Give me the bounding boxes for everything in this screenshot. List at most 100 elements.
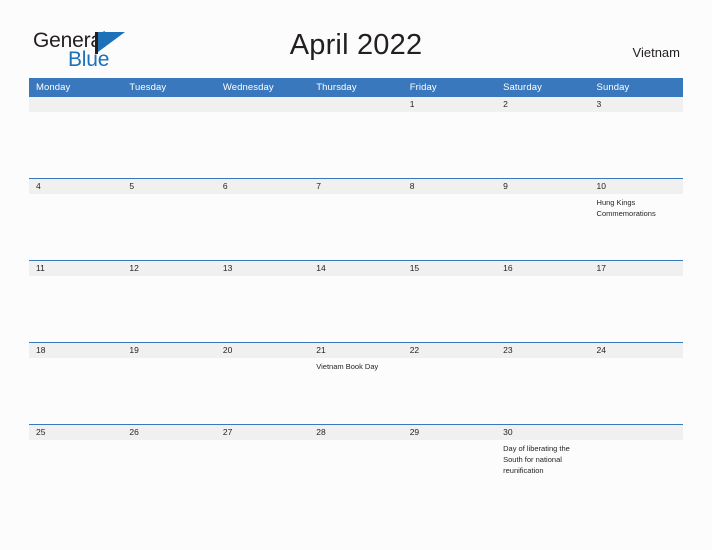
week-event-band	[29, 276, 683, 342]
day-cell[interactable]	[29, 194, 122, 260]
day-cell[interactable]	[29, 440, 122, 506]
day-cell[interactable]	[590, 358, 683, 424]
day-cell[interactable]	[590, 276, 683, 342]
day-number[interactable]: 4	[29, 179, 122, 194]
day-number[interactable]: 18	[29, 343, 122, 358]
weekday-sunday: Sunday	[596, 82, 630, 93]
day-number[interactable]: 28	[309, 425, 402, 440]
day-cell[interactable]	[309, 440, 402, 506]
week-event-band: Hung Kings Commemorations	[29, 194, 683, 260]
day-cell[interactable]	[29, 358, 122, 424]
day-cell[interactable]	[309, 194, 402, 260]
week-row: 25 26 27 28 29 30 Day of liberating the …	[29, 424, 683, 506]
day-cell[interactable]: Hung Kings Commemorations	[590, 194, 683, 260]
day-cell[interactable]	[216, 276, 309, 342]
day-cell[interactable]	[496, 276, 589, 342]
day-cell[interactable]	[216, 194, 309, 260]
day-number[interactable]: 19	[122, 343, 215, 358]
day-cell[interactable]	[122, 194, 215, 260]
day-number[interactable]: 22	[403, 343, 496, 358]
week-event-band	[29, 112, 683, 178]
weekday-thursday: Thursday	[316, 82, 357, 93]
day-cell[interactable]	[122, 440, 215, 506]
day-cell[interactable]	[590, 440, 683, 506]
day-cell[interactable]: Day of liberating the South for national…	[496, 440, 589, 506]
day-number[interactable]: 30	[496, 425, 589, 440]
calendar-page: General Blue April 2022 Vietnam Monday T…	[0, 0, 712, 550]
weekday-tuesday: Tuesday	[129, 82, 167, 93]
day-cell[interactable]	[29, 276, 122, 342]
day-number[interactable]	[590, 425, 683, 440]
day-cell[interactable]	[496, 194, 589, 260]
day-number[interactable]: 21	[309, 343, 402, 358]
day-event-text: Vietnam Book Day	[316, 362, 379, 371]
day-cell[interactable]	[216, 440, 309, 506]
day-cell[interactable]	[403, 440, 496, 506]
day-cell[interactable]	[496, 112, 589, 178]
day-cell[interactable]	[403, 194, 496, 260]
day-cell[interactable]	[403, 276, 496, 342]
week-date-band: 18 19 20 21 22 23 24	[29, 342, 683, 358]
day-cell[interactable]	[122, 276, 215, 342]
day-number[interactable]: 8	[403, 179, 496, 194]
day-cell[interactable]	[403, 112, 496, 178]
week-row: 4 5 6 7 8 9 10 Hung Kings Commemorations	[29, 178, 683, 260]
day-event-text: Hung Kings Commemorations	[596, 198, 656, 218]
day-number[interactable]: 9	[496, 179, 589, 194]
day-number[interactable]: 12	[122, 261, 215, 276]
day-cell[interactable]: Vietnam Book Day	[309, 358, 402, 424]
page-title: April 2022	[289, 29, 423, 61]
day-cell[interactable]	[309, 112, 402, 178]
day-number[interactable]: 13	[216, 261, 309, 276]
page-header: General Blue April 2022 Vietnam	[0, 0, 712, 78]
day-number[interactable]	[122, 97, 215, 112]
day-number[interactable]: 16	[496, 261, 589, 276]
day-cell[interactable]	[403, 358, 496, 424]
day-number[interactable]: 14	[309, 261, 402, 276]
day-cell[interactable]	[590, 112, 683, 178]
week-row: 11 12 13 14 15 16 17	[29, 260, 683, 342]
day-number[interactable]: 23	[496, 343, 589, 358]
week-row: 18 19 20 21 22 23 24 Vietnam Book Day	[29, 342, 683, 424]
day-number[interactable]: 1	[403, 97, 496, 112]
day-number[interactable]: 11	[29, 261, 122, 276]
day-number[interactable]: 7	[309, 179, 402, 194]
day-number[interactable]: 24	[590, 343, 683, 358]
day-cell[interactable]	[29, 112, 122, 178]
country-label: Vietnam	[632, 45, 680, 60]
day-cell[interactable]	[496, 358, 589, 424]
week-date-band: 4 5 6 7 8 9 10	[29, 178, 683, 194]
day-number[interactable]	[216, 97, 309, 112]
day-number[interactable]: 6	[216, 179, 309, 194]
weekday-wednesday: Wednesday	[222, 82, 274, 93]
day-number[interactable]: 15	[403, 261, 496, 276]
day-cell[interactable]	[216, 358, 309, 424]
week-event-band: Vietnam Book Day	[29, 358, 683, 424]
week-date-band: 11 12 13 14 15 16 17	[29, 260, 683, 276]
week-event-band: Day of liberating the South for national…	[29, 440, 683, 506]
day-cell[interactable]	[216, 112, 309, 178]
day-number[interactable]: 2	[496, 97, 589, 112]
day-number[interactable]: 3	[590, 97, 683, 112]
day-cell[interactable]	[122, 112, 215, 178]
day-number[interactable]	[309, 97, 402, 112]
day-number[interactable]: 5	[122, 179, 215, 194]
weekday-friday: Friday	[409, 82, 437, 93]
day-number[interactable]: 27	[216, 425, 309, 440]
day-number[interactable]: 25	[29, 425, 122, 440]
day-number[interactable]: 17	[590, 261, 683, 276]
day-event-text: Day of liberating the South for national…	[503, 444, 570, 475]
weekday-monday: Monday	[36, 82, 71, 93]
day-number[interactable]: 29	[403, 425, 496, 440]
calendar-table: Monday Tuesday Wednesday Thursday Friday…	[29, 78, 683, 506]
day-cell[interactable]	[122, 358, 215, 424]
weekday-saturday: Saturday	[503, 82, 542, 93]
week-date-band: 1 2 3	[29, 97, 683, 112]
day-number[interactable]: 26	[122, 425, 215, 440]
day-cell[interactable]	[309, 276, 402, 342]
day-number[interactable]: 10	[590, 179, 683, 194]
weekday-header-row: Monday Tuesday Wednesday Thursday Friday…	[29, 78, 683, 97]
day-number[interactable]	[29, 97, 122, 112]
week-row: 1 2 3	[29, 97, 683, 178]
day-number[interactable]: 20	[216, 343, 309, 358]
